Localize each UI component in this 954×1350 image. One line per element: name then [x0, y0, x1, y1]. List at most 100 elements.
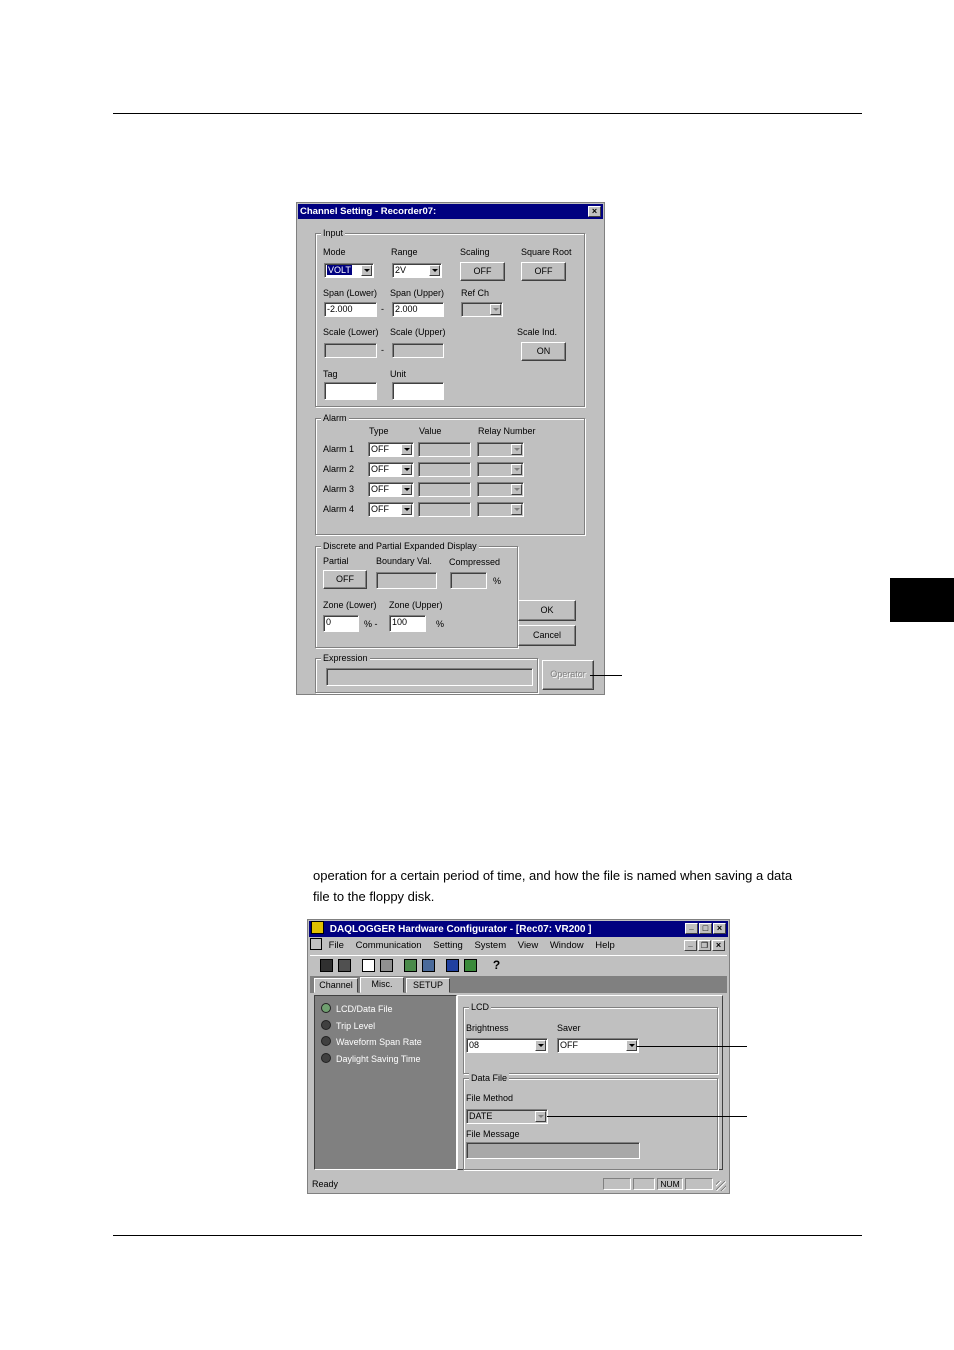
- menu-system[interactable]: System: [474, 940, 506, 951]
- tree-item-waveform-span-rate[interactable]: Waveform Span Rate: [321, 1036, 422, 1048]
- alarm-group-title: Alarm: [321, 412, 349, 424]
- file-message-label: File Message: [466, 1129, 520, 1139]
- span-upper-input[interactable]: 2.000: [392, 302, 444, 317]
- operator-button: Operator: [542, 660, 594, 690]
- chevron-down-icon[interactable]: [361, 265, 372, 276]
- status-dot-icon: [321, 1003, 331, 1013]
- tab-setup[interactable]: SETUP: [406, 978, 450, 993]
- num-lock-indicator: NUM: [657, 1178, 683, 1190]
- range-select[interactable]: 2V: [392, 263, 442, 278]
- span-upper-label: Span (Upper): [390, 288, 445, 298]
- close-icon[interactable]: ×: [713, 923, 726, 934]
- chevron-down-icon[interactable]: [401, 484, 412, 495]
- menu-communication[interactable]: Communication: [356, 940, 422, 951]
- receive-icon[interactable]: [404, 959, 417, 972]
- brightness-select[interactable]: 08: [466, 1038, 548, 1053]
- menu-view[interactable]: View: [518, 940, 538, 951]
- file-method-select[interactable]: DATE: [466, 1109, 548, 1124]
- status-bar: Ready NUM: [310, 1177, 727, 1191]
- alarm-relay-header: Relay Number: [478, 426, 536, 436]
- alarm-type-select[interactable]: OFF: [368, 482, 414, 497]
- child-restore-icon[interactable]: ❐: [698, 940, 711, 951]
- dialog-titlebar: Channel Setting - Recorder07: ×: [298, 204, 603, 219]
- scaling-button[interactable]: OFF: [460, 262, 505, 281]
- chevron-down-icon[interactable]: [535, 1040, 546, 1051]
- chapter-tab-marker: [890, 578, 954, 622]
- alarm-value-input: [418, 502, 471, 517]
- chevron-down-icon[interactable]: [535, 1111, 546, 1122]
- tag-label: Tag: [323, 369, 338, 379]
- scale-upper-input: [392, 343, 444, 358]
- saver-select[interactable]: OFF: [557, 1038, 639, 1053]
- tree-item-lcd-data-file[interactable]: LCD/Data File: [321, 1003, 393, 1015]
- partial-button[interactable]: OFF: [323, 570, 367, 589]
- alarm-type-value: OFF: [371, 484, 389, 494]
- save-all-icon[interactable]: [338, 959, 351, 972]
- menu-help[interactable]: Help: [595, 940, 615, 951]
- child-close-icon[interactable]: ×: [712, 940, 725, 951]
- mode-label: Mode: [323, 247, 346, 257]
- tab-strip: Channel Misc. SETUP: [310, 977, 727, 993]
- cancel-button[interactable]: Cancel: [518, 625, 576, 646]
- disconnect-icon[interactable]: [464, 959, 477, 972]
- expression-group-title: Expression: [321, 652, 370, 664]
- ok-button[interactable]: OK: [518, 600, 576, 621]
- boundary-label: Boundary Val.: [376, 556, 432, 566]
- new-document-icon[interactable]: [362, 959, 375, 972]
- close-icon[interactable]: ×: [588, 206, 601, 217]
- child-minimize-icon[interactable]: _: [684, 940, 697, 951]
- alarm-relay-select: [477, 482, 524, 497]
- document-icon[interactable]: [310, 938, 322, 950]
- chevron-down-icon[interactable]: [429, 265, 440, 276]
- tag-input[interactable]: [324, 382, 377, 400]
- unit-input[interactable]: [392, 382, 444, 400]
- alarm-type-value: OFF: [371, 504, 389, 514]
- chevron-down-icon: [511, 444, 522, 455]
- menu-window[interactable]: Window: [550, 940, 584, 951]
- mode-select[interactable]: VOLT: [324, 263, 374, 278]
- compressed-label: Compressed: [449, 557, 501, 567]
- tree-item-daylight-saving-time[interactable]: Daylight Saving Time: [321, 1053, 421, 1065]
- tree-item-label: Waveform Span Rate: [336, 1037, 422, 1047]
- maximize-icon[interactable]: □: [699, 923, 712, 934]
- file-message-input: [466, 1142, 640, 1159]
- zone-lower-input[interactable]: 0: [323, 615, 359, 632]
- alarm-row-label: Alarm 3: [323, 484, 355, 494]
- chevron-down-icon[interactable]: [401, 504, 412, 515]
- alarm-type-select[interactable]: OFF: [368, 462, 414, 477]
- menu-file[interactable]: File: [329, 940, 344, 951]
- status-dot-icon: [321, 1036, 331, 1046]
- scale-ind-button[interactable]: ON: [521, 342, 566, 361]
- zone-upper-input[interactable]: 100: [389, 615, 426, 632]
- span-lower-input[interactable]: -2.000: [324, 302, 377, 317]
- saver-value: OFF: [560, 1040, 578, 1050]
- tree-item-label: Trip Level: [336, 1021, 376, 1031]
- zone-upper-unit: %: [436, 619, 445, 629]
- tab-misc[interactable]: Misc.: [360, 977, 404, 993]
- status-pane: [633, 1178, 655, 1190]
- chevron-down-icon[interactable]: [401, 464, 412, 475]
- lcd-group-title: LCD: [469, 1001, 492, 1013]
- help-icon[interactable]: ?: [490, 959, 503, 972]
- chevron-down-icon: [511, 464, 522, 475]
- square-root-button[interactable]: OFF: [521, 262, 566, 281]
- chevron-down-icon[interactable]: [626, 1040, 637, 1051]
- connect-icon[interactable]: [446, 959, 459, 972]
- footer-rule: [113, 1235, 862, 1236]
- chevron-down-icon: [490, 304, 501, 315]
- scale-lower-label: Scale (Lower): [323, 327, 379, 337]
- send-icon[interactable]: [422, 959, 435, 972]
- alarm-type-select[interactable]: OFF: [368, 502, 414, 517]
- chevron-down-icon[interactable]: [401, 444, 412, 455]
- tab-channel[interactable]: Channel: [314, 978, 358, 993]
- alarm-value-input: [418, 482, 471, 497]
- menu-setting[interactable]: Setting: [433, 940, 463, 951]
- zone-lower-unit: % -: [364, 619, 378, 629]
- minimize-icon[interactable]: _: [685, 923, 698, 934]
- print-icon[interactable]: [380, 959, 393, 972]
- alarm-type-select[interactable]: OFF: [368, 442, 414, 457]
- tree-item-trip-level[interactable]: Trip Level: [321, 1020, 375, 1032]
- chevron-down-icon: [511, 504, 522, 515]
- resize-grip-icon[interactable]: [716, 1181, 726, 1191]
- save-icon[interactable]: [320, 959, 333, 972]
